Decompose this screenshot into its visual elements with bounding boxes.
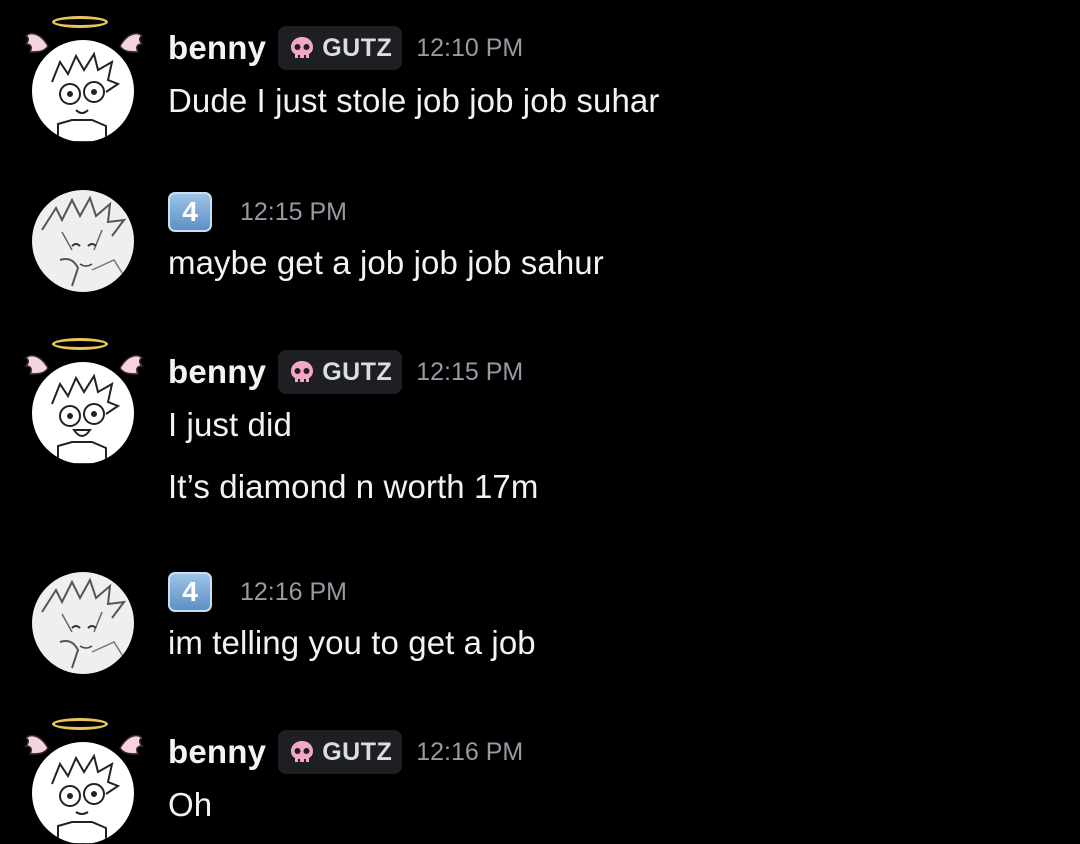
message-text: im telling you to get a job — [168, 624, 536, 661]
halo-icon — [52, 16, 108, 28]
skull-icon — [291, 741, 314, 762]
avatar[interactable] — [24, 16, 144, 142]
avatar[interactable] — [24, 168, 144, 292]
message-text: I just did — [168, 406, 292, 443]
role-tag[interactable]: GUTZ — [278, 350, 403, 394]
role-tag[interactable]: GUTZ — [278, 730, 403, 774]
message-text: It’s diamond n worth 17m — [168, 468, 539, 505]
halo-icon — [52, 338, 108, 350]
wing-icon — [119, 354, 144, 375]
avatar[interactable] — [24, 338, 144, 464]
chat-log: benny GUTZ 12:10 PM Dude I just stole jo… — [0, 0, 1080, 844]
keycap-4-icon[interactable]: 4 — [168, 572, 212, 612]
avatar-image — [32, 362, 134, 464]
timestamp[interactable]: 12:10 PM — [416, 34, 523, 63]
message-header: 4 12:16 PM — [168, 568, 347, 616]
message-header: 4 12:15 PM — [168, 188, 347, 236]
halo-icon — [52, 718, 108, 730]
message-text: Dude I just stole job job job suhar — [168, 82, 660, 119]
wing-icon — [119, 32, 144, 53]
username[interactable]: benny — [168, 733, 266, 771]
role-label: GUTZ — [322, 737, 393, 766]
avatar[interactable] — [24, 550, 144, 674]
message-header: benny GUTZ 12:15 PM — [168, 348, 523, 396]
wing-icon — [24, 354, 49, 375]
wing-icon — [24, 734, 49, 755]
message-header: benny GUTZ 12:10 PM — [168, 24, 523, 72]
skull-icon — [291, 37, 314, 58]
avatar-image — [32, 742, 134, 844]
role-label: GUTZ — [322, 33, 393, 62]
message-header: benny GUTZ 12:16 PM — [168, 728, 523, 776]
skull-icon — [291, 361, 314, 382]
timestamp[interactable]: 12:15 PM — [416, 358, 523, 387]
wing-icon — [24, 32, 49, 53]
role-tag[interactable]: GUTZ — [278, 26, 403, 70]
role-label: GUTZ — [322, 357, 393, 386]
message-text: Oh — [168, 786, 213, 823]
keycap-4-icon[interactable]: 4 — [168, 192, 212, 232]
avatar[interactable] — [24, 718, 144, 844]
message-text: maybe get a job job job sahur — [168, 244, 604, 281]
timestamp[interactable]: 12:16 PM — [240, 578, 347, 607]
username[interactable]: benny — [168, 353, 266, 391]
username[interactable]: benny — [168, 29, 266, 67]
avatar-image — [32, 40, 134, 142]
timestamp[interactable]: 12:16 PM — [416, 738, 523, 767]
avatar-image — [32, 572, 134, 674]
timestamp[interactable]: 12:15 PM — [240, 198, 347, 227]
wing-icon — [119, 734, 144, 755]
avatar-image — [32, 190, 134, 292]
